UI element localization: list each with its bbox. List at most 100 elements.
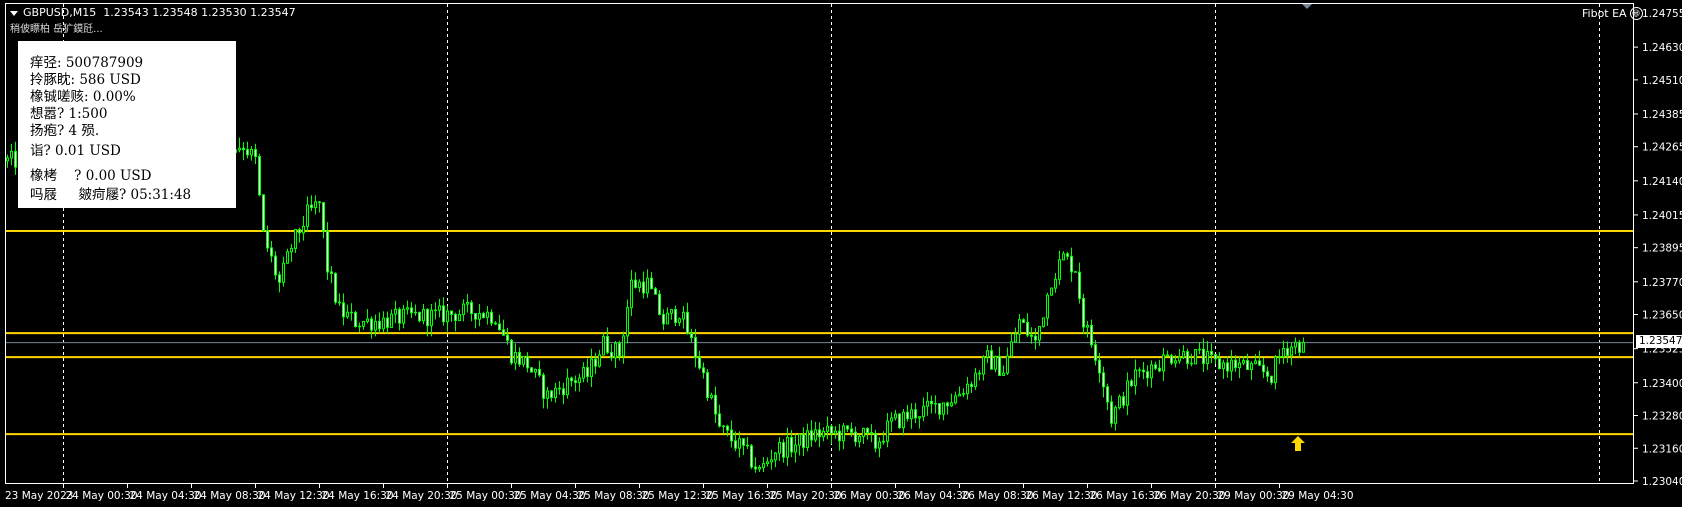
candle-bear: [550, 390, 553, 399]
time-tick-label: 24 May 08:30: [194, 490, 266, 502]
candle-bull: [994, 355, 997, 370]
candle-bull: [578, 377, 581, 384]
candle-bull: [402, 308, 405, 324]
candle-bull: [926, 400, 929, 407]
indicator-subtitle: 稍佊瞟柏 岳犷鏌瓩...: [10, 24, 103, 35]
candle-bull: [434, 309, 437, 312]
candle-bear: [1074, 271, 1077, 273]
candle-bull: [486, 311, 489, 318]
candle-bear: [634, 279, 637, 288]
candle-bear: [1246, 360, 1249, 371]
candle-bull: [1114, 407, 1117, 424]
candle-bear: [1210, 351, 1213, 356]
candle-bull: [1062, 253, 1065, 261]
candle-bear: [1186, 351, 1189, 364]
candle-bull: [462, 303, 465, 316]
time-tick-label: 24 May 04:30: [130, 490, 202, 502]
candle-bear: [262, 194, 265, 232]
candle-bull: [1150, 364, 1153, 379]
candle-bear: [1106, 386, 1109, 403]
candle-bear: [1158, 367, 1161, 372]
candle-bear: [818, 429, 821, 438]
candle-bear: [502, 329, 505, 336]
time-tick-label: 25 May 12:30: [642, 490, 714, 502]
candle-bear: [1078, 271, 1081, 299]
price-tick-label: 1.24140: [1642, 176, 1682, 188]
candle-bear: [1298, 341, 1301, 353]
candle-bear: [750, 445, 753, 468]
candle-bull: [878, 441, 881, 449]
candle-bear: [978, 372, 981, 375]
candle-bull: [630, 279, 633, 309]
candle-bear: [642, 281, 645, 294]
candle-bear: [742, 438, 745, 446]
candle-bear: [274, 255, 277, 276]
candle-bear: [298, 228, 301, 234]
candle-bear: [562, 388, 565, 396]
expert-advisor-label[interactable]: Fibot EA ☺: [1582, 7, 1643, 20]
candle-bull: [678, 318, 681, 323]
chart-shift-marker-icon[interactable]: [1302, 4, 1312, 9]
candle-bull: [766, 461, 769, 465]
candle-bull: [1274, 356, 1277, 384]
candle-bear: [726, 425, 729, 431]
candle-bull: [798, 433, 801, 446]
candle-bull: [366, 318, 369, 322]
info-line: 橡栲 ? 0.00 USD: [30, 168, 152, 184]
candle-bull: [986, 350, 989, 358]
candle-bull: [934, 403, 937, 405]
candle-bear: [694, 337, 697, 358]
candle-bull: [382, 317, 385, 330]
candle-bear: [1202, 348, 1205, 364]
candle-bull: [438, 305, 441, 311]
candle-bear: [606, 335, 609, 353]
candle-bear: [906, 411, 909, 420]
candle-bear: [450, 310, 453, 315]
candle-bull: [362, 320, 365, 327]
candle-bear: [574, 380, 577, 384]
candle-bear: [854, 431, 857, 443]
price-tick-label: 1.23400: [1642, 378, 1682, 390]
candle-bull: [522, 355, 525, 365]
candle-bear: [846, 425, 849, 430]
candle-bull: [554, 387, 557, 399]
candle-bear: [1218, 358, 1221, 370]
candle-bull: [566, 377, 569, 396]
candle-bear: [914, 409, 917, 419]
candle-bull: [814, 429, 817, 441]
candle-bull: [910, 409, 913, 420]
price-tick-label: 1.23280: [1642, 411, 1682, 423]
candle-bull: [1054, 278, 1057, 289]
candle-bull: [598, 354, 601, 367]
time-tick-label: 26 May 12:30: [1026, 490, 1098, 502]
candle-bull: [390, 313, 393, 328]
dropdown-triangle-icon[interactable]: [10, 10, 18, 16]
candle-bear: [354, 311, 357, 328]
candle-bull: [514, 351, 517, 364]
candle-bear: [850, 428, 853, 433]
candle-bull: [286, 251, 289, 264]
price-chart[interactable]: 1.24755 1.24630 1.24510 1.24385 1.24265 1.241…: [0, 0, 1682, 507]
candle-bear: [706, 372, 709, 399]
candle-bull: [1046, 294, 1049, 319]
candle-bear: [1234, 359, 1237, 369]
candle-bull: [1010, 341, 1013, 357]
candle-bear: [970, 383, 973, 388]
candle-bull: [1058, 259, 1061, 280]
candle-bull: [430, 309, 433, 327]
candle-bear: [278, 274, 281, 283]
candle-bull: [962, 393, 965, 395]
candle-bull: [1086, 325, 1089, 328]
candle-bull: [414, 311, 417, 314]
candle-bull: [786, 436, 789, 458]
candle-bear: [790, 436, 793, 453]
candle-bear: [1102, 372, 1105, 388]
candle-bull: [1162, 354, 1165, 372]
candle-bear: [1138, 369, 1141, 371]
candle-bear: [754, 466, 757, 470]
candle-bull: [770, 459, 773, 463]
smiley-icon: ☺: [1629, 7, 1643, 20]
candle-bear: [410, 307, 413, 314]
candle-bull: [834, 430, 837, 434]
candle-bear: [310, 204, 313, 209]
